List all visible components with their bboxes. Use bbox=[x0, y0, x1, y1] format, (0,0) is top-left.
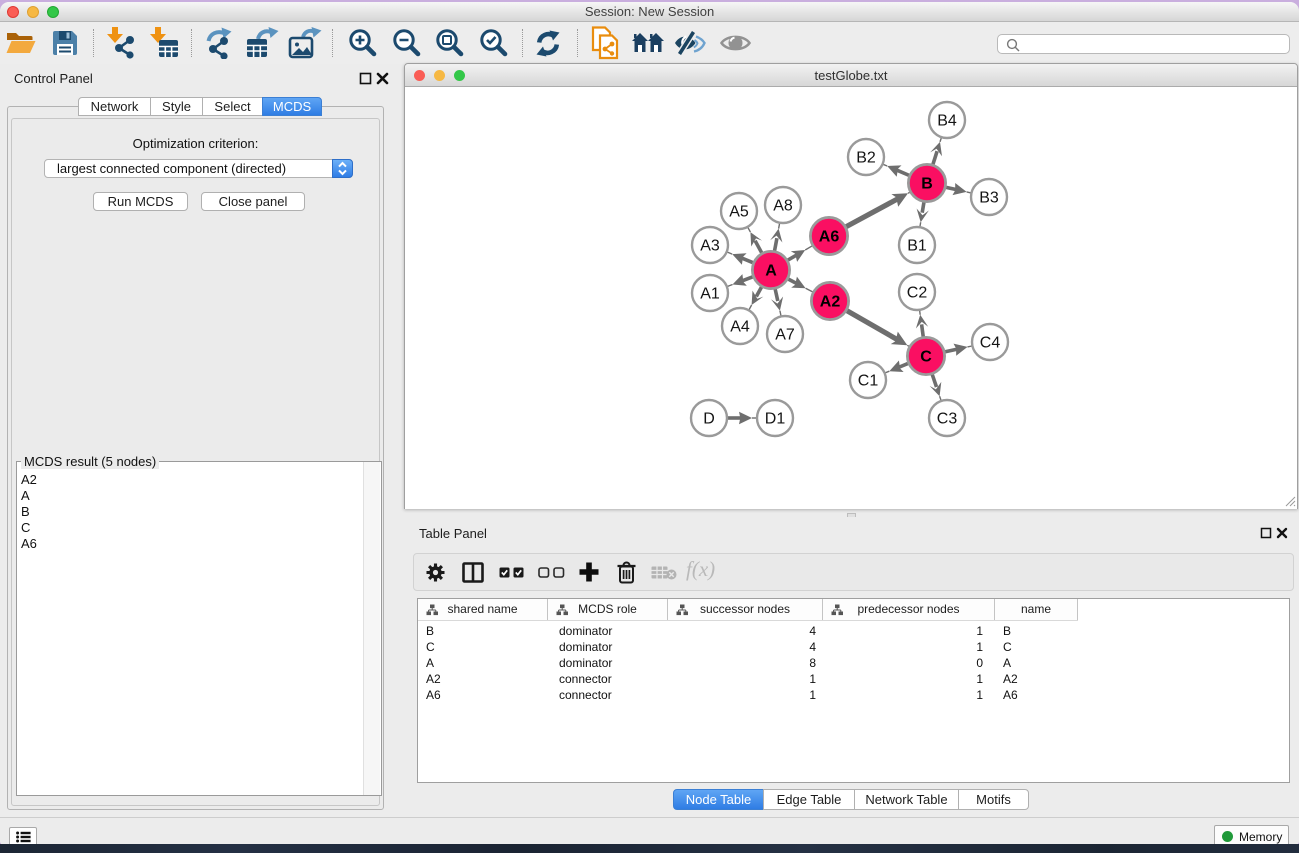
svg-text:B2: B2 bbox=[856, 150, 876, 167]
svg-text:A7: A7 bbox=[775, 327, 795, 344]
svg-text:C2: C2 bbox=[907, 285, 928, 302]
svg-text:D: D bbox=[703, 411, 715, 428]
svg-text:A2: A2 bbox=[820, 294, 841, 311]
svg-text:B3: B3 bbox=[979, 190, 999, 207]
svg-text:A5: A5 bbox=[729, 204, 749, 221]
svg-text:A8: A8 bbox=[773, 198, 793, 215]
svg-text:B: B bbox=[921, 176, 933, 193]
svg-text:A: A bbox=[765, 263, 777, 280]
svg-text:A6: A6 bbox=[819, 229, 840, 246]
svg-text:C3: C3 bbox=[937, 411, 958, 428]
svg-text:C4: C4 bbox=[980, 335, 1001, 352]
svg-text:A3: A3 bbox=[700, 238, 720, 255]
svg-text:D1: D1 bbox=[765, 411, 786, 428]
svg-text:B1: B1 bbox=[907, 238, 927, 255]
svg-text:A4: A4 bbox=[730, 319, 750, 336]
svg-text:A1: A1 bbox=[700, 286, 720, 303]
svg-text:C: C bbox=[920, 349, 932, 366]
svg-text:B4: B4 bbox=[937, 113, 957, 130]
svg-text:C1: C1 bbox=[858, 373, 879, 390]
